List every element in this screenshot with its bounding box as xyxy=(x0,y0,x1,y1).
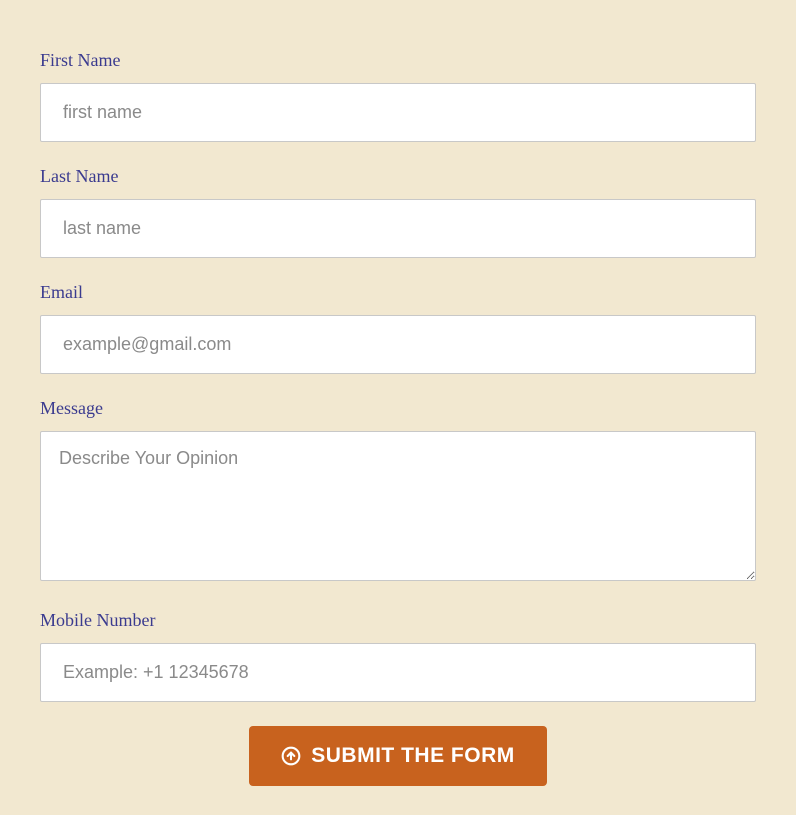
mobile-label: Mobile Number xyxy=(40,610,756,631)
last-name-label: Last Name xyxy=(40,166,756,187)
message-textarea[interactable] xyxy=(40,431,756,581)
first-name-group: First Name xyxy=(40,50,756,142)
email-input[interactable] xyxy=(40,315,756,374)
message-group: Message xyxy=(40,398,756,586)
last-name-group: Last Name xyxy=(40,166,756,258)
email-group: Email xyxy=(40,282,756,374)
message-label: Message xyxy=(40,398,756,419)
submit-container: SUBMIT THE FORM xyxy=(40,726,756,786)
mobile-group: Mobile Number xyxy=(40,610,756,702)
first-name-input[interactable] xyxy=(40,83,756,142)
last-name-input[interactable] xyxy=(40,199,756,258)
first-name-label: First Name xyxy=(40,50,756,71)
mobile-input[interactable] xyxy=(40,643,756,702)
upload-circle-icon xyxy=(281,746,301,766)
submit-button-label: SUBMIT THE FORM xyxy=(311,744,514,768)
email-label: Email xyxy=(40,282,756,303)
contact-form: First Name Last Name Email Message Mobil… xyxy=(40,50,756,786)
submit-button[interactable]: SUBMIT THE FORM xyxy=(249,726,546,786)
